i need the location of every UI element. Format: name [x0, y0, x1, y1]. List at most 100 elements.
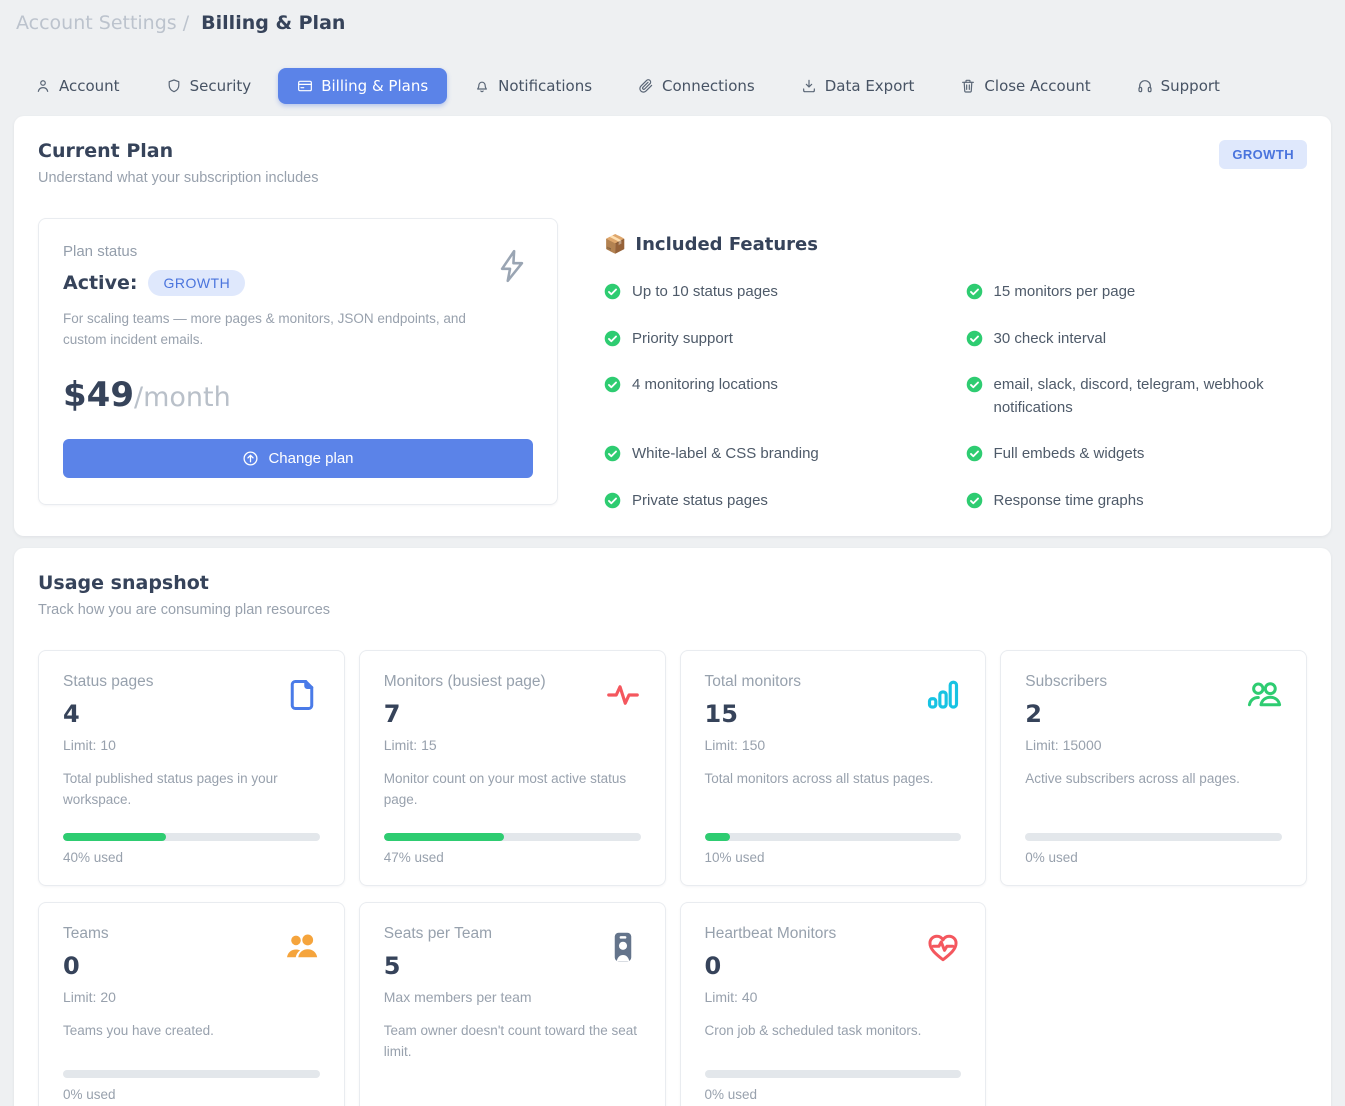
feature-item: 15 monitors per page — [966, 281, 1308, 304]
usage-card-limit: Max members per team — [384, 989, 532, 1005]
feature-item: Response time graphs — [966, 490, 1308, 513]
change-plan-label: Change plan — [268, 450, 353, 467]
usage-progress: 0% used — [1025, 811, 1282, 865]
progress-track — [705, 1070, 962, 1078]
feature-label: 15 monitors per page — [994, 281, 1136, 304]
current-plan-subtitle: Understand what your subscription includ… — [38, 170, 318, 186]
change-plan-button[interactable]: Change plan — [63, 439, 533, 478]
tab-billing-plans[interactable]: Billing & Plans — [278, 68, 447, 104]
usage-progress: 40% used — [63, 811, 320, 865]
settings-tabs: Account Security Billing & Plans Notific… — [14, 68, 1331, 104]
tab-label: Data Export — [825, 77, 915, 95]
usage-card-description: Active subscribers across all pages. — [1025, 769, 1282, 790]
shield-icon — [166, 78, 182, 94]
paperclip-icon — [638, 78, 654, 94]
tab-close-account[interactable]: Close Account — [941, 68, 1109, 104]
feature-label: Response time graphs — [994, 490, 1144, 513]
progress-track — [63, 1070, 320, 1078]
bolt-icon — [495, 247, 529, 285]
check-circle-icon — [966, 376, 983, 393]
plan-description: For scaling teams — more pages & monitor… — [63, 309, 483, 351]
progress-fill — [63, 833, 166, 841]
check-circle-icon — [604, 283, 621, 300]
check-circle-icon — [604, 492, 621, 509]
usage-card-total-monitors: Total monitors 15 Limit: 150 Total monit… — [680, 650, 987, 886]
feature-item: Up to 10 status pages — [604, 281, 946, 304]
check-circle-icon — [966, 330, 983, 347]
plan-status-value: Active: — [63, 272, 137, 294]
breadcrumb-parent[interactable]: Account Settings / — [16, 12, 189, 34]
usage-card-value: 7 — [384, 700, 546, 728]
usage-card-limit: Limit: 15 — [384, 737, 546, 753]
usage-card-limit: Limit: 10 — [63, 737, 153, 753]
feature-item: 4 monitoring locations — [604, 374, 946, 397]
tab-label: Connections — [662, 77, 755, 95]
tab-connections[interactable]: Connections — [619, 68, 774, 104]
usage-card-limit: Limit: 150 — [705, 737, 801, 753]
usage-card-description: Total monitors across all status pages. — [705, 769, 962, 790]
plan-price: $49 — [63, 375, 134, 415]
current-plan-section: Current Plan Understand what your subscr… — [14, 116, 1331, 536]
feature-label: email, slack, discord, telegram, webhook… — [994, 374, 1294, 419]
usage-progress: 47% used — [384, 811, 641, 865]
usage-progress: 0% used — [63, 1048, 320, 1102]
usage-percent-label: 40% used — [63, 850, 320, 865]
usage-card-title: Status pages — [63, 673, 153, 691]
feature-label: Up to 10 status pages — [632, 281, 778, 304]
page-title: Billing & Plan — [201, 12, 345, 34]
check-circle-icon — [604, 445, 621, 462]
id-badge-icon — [605, 929, 641, 965]
usage-card-value: 2 — [1025, 700, 1107, 728]
download-icon — [801, 78, 817, 94]
file-icon — [284, 677, 320, 713]
usage-card-description: Cron job & scheduled task monitors. — [705, 1021, 962, 1042]
tab-support[interactable]: Support — [1118, 68, 1239, 104]
check-circle-icon — [604, 330, 621, 347]
usage-card-monitors-busiest-page: Monitors (busiest page) 7 Limit: 15 Moni… — [359, 650, 666, 886]
tab-label: Billing & Plans — [321, 77, 428, 95]
usage-card-seats-per-team: Seats per Team 5 Max members per team Te… — [359, 902, 666, 1106]
trash-icon — [960, 78, 976, 94]
feature-label: White-label & CSS branding — [632, 443, 819, 466]
feature-item: email, slack, discord, telegram, webhook… — [966, 374, 1308, 419]
progress-fill — [705, 833, 731, 841]
usage-card-heartbeat-monitors: Heartbeat Monitors 0 Limit: 40 Cron job … — [680, 902, 987, 1106]
feature-label: 4 monitoring locations — [632, 374, 778, 397]
tab-label: Security — [190, 77, 252, 95]
check-circle-icon — [966, 492, 983, 509]
usage-card-title: Monitors (busiest page) — [384, 673, 546, 691]
tab-label: Account — [59, 77, 120, 95]
usage-card-description: Team owner doesn't count toward the seat… — [384, 1021, 641, 1063]
check-circle-icon — [604, 376, 621, 393]
usage-card-subscribers: Subscribers 2 Limit: 15000 Active subscr… — [1000, 650, 1307, 886]
tab-notifications[interactable]: Notifications — [455, 68, 611, 104]
users-filled-icon — [284, 929, 320, 965]
tab-label: Close Account — [984, 77, 1090, 95]
feature-item: White-label & CSS branding — [604, 443, 946, 466]
usage-card-value: 5 — [384, 952, 532, 980]
usage-card-value: 15 — [705, 700, 801, 728]
feature-item: Full embeds & widgets — [966, 443, 1308, 466]
usage-card-description: Teams you have created. — [63, 1021, 320, 1042]
usage-percent-label: 0% used — [705, 1087, 962, 1102]
tab-security[interactable]: Security — [147, 68, 271, 104]
headphones-icon — [1137, 78, 1153, 94]
usage-card-limit: Limit: 15000 — [1025, 737, 1107, 753]
usage-progress: 10% used — [705, 811, 962, 865]
usage-card-description: Monitor count on your most active status… — [384, 769, 641, 811]
feature-label: Full embeds & widgets — [994, 443, 1145, 466]
tab-account[interactable]: Account — [16, 68, 139, 104]
progress-track — [705, 833, 962, 841]
progress-track — [63, 833, 320, 841]
usage-card-title: Subscribers — [1025, 673, 1107, 691]
check-circle-icon — [966, 445, 983, 462]
usage-card-limit: Limit: 40 — [705, 989, 837, 1005]
check-circle-icon — [966, 283, 983, 300]
usage-snapshot-section: Usage snapshot Track how you are consumi… — [14, 548, 1331, 1106]
feature-item: Private status pages — [604, 490, 946, 513]
current-plan-title: Current Plan — [38, 140, 318, 162]
usage-card-limit: Limit: 20 — [63, 989, 116, 1005]
feature-item: Priority support — [604, 328, 946, 351]
tab-data-export[interactable]: Data Export — [782, 68, 934, 104]
tab-label: Notifications — [498, 77, 592, 95]
